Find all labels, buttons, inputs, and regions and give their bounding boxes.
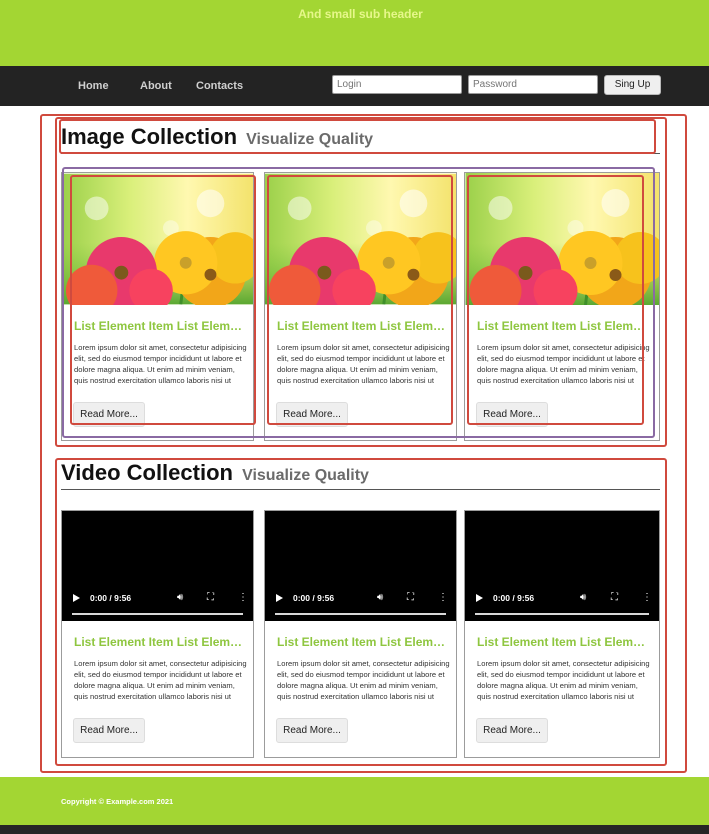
card-title[interactable]: List Element Item List Element Item [74,635,244,649]
login-input[interactable] [332,75,462,94]
video-section-subtitle: Visualize Quality [242,467,369,484]
divider [61,153,660,154]
read-more-button[interactable]: Read More... [476,402,548,427]
card-text: Lorem ipsum dolor sit amet, consectetur … [477,343,650,388]
footer: Copyright © Example.com 2021 [0,777,709,825]
nav-contacts[interactable]: Contacts [196,80,243,92]
play-icon[interactable] [476,594,483,602]
video-player[interactable]: 0:00 / 9:56 🔊︎ ⛶ ⋮ [465,511,659,621]
flower-image [465,173,659,305]
play-icon[interactable] [73,594,80,602]
read-more-button[interactable]: Read More... [276,402,348,427]
volume-icon[interactable]: 🔊︎ [580,592,586,604]
read-more-button[interactable]: Read More... [476,718,548,743]
video-progress-bar[interactable] [475,613,649,615]
video-card: 0:00 / 9:56 🔊︎ ⛶ ⋮ List Element Item Lis… [464,510,660,758]
image-section-subtitle: Visualize Quality [246,131,374,148]
nav-about[interactable]: About [140,80,172,92]
card-text: Lorem ipsum dolor sit amet, consectetur … [277,659,450,704]
video-time: 0:00 / 9:56 [90,593,132,603]
read-more-button[interactable]: Read More... [276,718,348,743]
card-text: Lorem ipsum dolor sit amet, consectetur … [74,659,247,704]
fullscreen-icon[interactable]: ⛶ [407,592,414,604]
image-card: List Element Item List Element Item Lore… [464,172,660,441]
video-controls: 0:00 / 9:56 🔊︎ ⛶ ⋮ [62,589,253,615]
fullscreen-icon[interactable]: ⛶ [207,592,214,604]
nav-home[interactable]: Home [78,80,109,92]
sub-header: And small sub header [298,7,423,21]
read-more-button[interactable]: Read More... [73,402,145,427]
volume-icon[interactable]: 🔊︎ [377,592,383,604]
flower-image [265,173,456,305]
card-title[interactable]: List Element Item List Element Item [477,635,647,649]
image-card: List Element Item List Element Item Lore… [61,172,254,441]
read-more-button[interactable]: Read More... [73,718,145,743]
divider [61,489,660,490]
card-text: Lorem ipsum dolor sit amet, consectetur … [74,343,247,388]
fullscreen-icon[interactable]: ⛶ [611,592,618,604]
video-player[interactable]: 0:00 / 9:56 🔊︎ ⛶ ⋮ [265,511,456,621]
video-controls: 0:00 / 9:56 🔊︎ ⛶ ⋮ [465,589,659,615]
video-progress-bar[interactable] [275,613,446,615]
more-options-icon[interactable]: ⋮ [438,592,448,604]
volume-icon[interactable]: 🔊︎ [177,592,183,604]
video-time: 0:00 / 9:56 [293,593,335,603]
flower-image [62,173,253,305]
video-section-title: Video Collection Visualize Quality [61,460,369,486]
video-player[interactable]: 0:00 / 9:56 🔊︎ ⛶ ⋮ [62,511,253,621]
card-title[interactable]: List Element Item List Element Item [277,635,447,649]
card-text: Lorem ipsum dolor sit amet, consectetur … [277,343,450,388]
card-title[interactable]: List Element Item List Element Item [277,319,447,333]
card-title[interactable]: List Element Item List Element Item [477,319,647,333]
image-card: List Element Item List Element Item Lore… [264,172,457,441]
video-controls: 0:00 / 9:56 🔊︎ ⛶ ⋮ [265,589,456,615]
card-text: Lorem ipsum dolor sit amet, consectetur … [477,659,650,704]
video-card: 0:00 / 9:56 🔊︎ ⛶ ⋮ List Element Item Lis… [61,510,254,758]
bottom-strip [0,825,709,834]
video-section-heading: Video Collection [61,460,233,485]
play-icon[interactable] [276,594,283,602]
top-header: And small sub header [0,0,709,66]
copyright-text: Copyright © Example.com 2021 [61,797,174,806]
video-time: 0:00 / 9:56 [493,593,535,603]
password-input[interactable] [468,75,598,94]
image-section-title: Image Collection Visualize Quality [61,124,373,150]
image-section-heading: Image Collection [61,124,238,149]
more-options-icon[interactable]: ⋮ [238,592,248,604]
video-progress-bar[interactable] [72,613,243,615]
more-options-icon[interactable]: ⋮ [642,592,652,604]
card-title[interactable]: List Element Item List Element Item [74,319,244,333]
signup-button[interactable]: Sing Up [604,75,661,95]
video-card: 0:00 / 9:56 🔊︎ ⛶ ⋮ List Element Item Lis… [264,510,457,758]
